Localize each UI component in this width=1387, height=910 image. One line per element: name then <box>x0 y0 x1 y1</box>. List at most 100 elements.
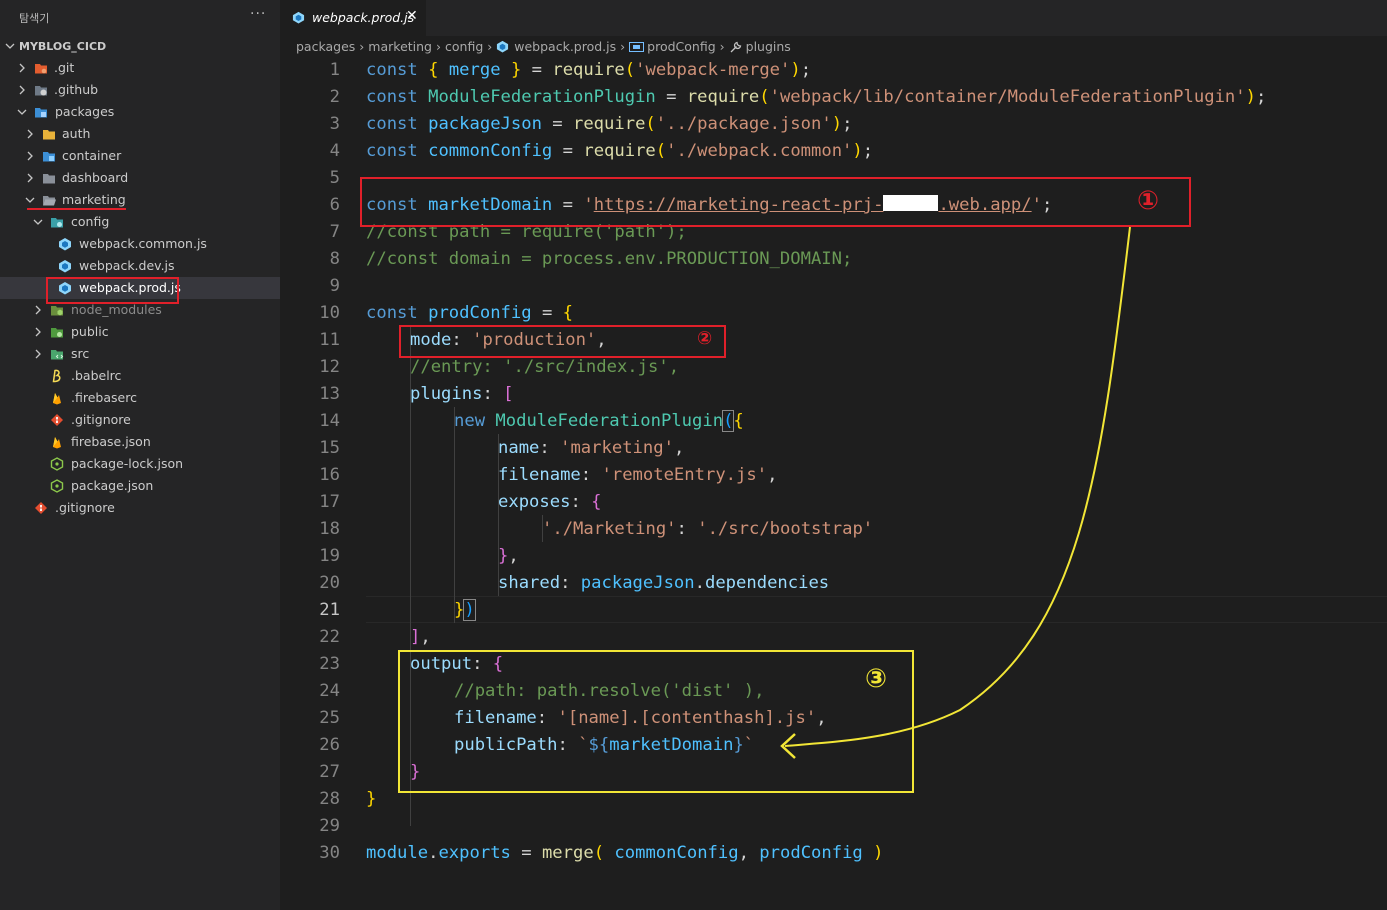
chevron-right-icon <box>19 85 25 95</box>
close-icon[interactable]: ✕ <box>406 8 418 24</box>
brace: } <box>498 546 509 566</box>
line-number: 1 <box>329 60 340 80</box>
chevron-right-icon: › <box>359 39 365 54</box>
paren: ( <box>655 141 667 161</box>
paren: ) <box>831 114 843 134</box>
line-number: 25 <box>319 708 340 728</box>
keyword: const <box>366 60 418 80</box>
tree-item-webpack-dev[interactable]: webpack.dev.js <box>0 255 280 277</box>
tree-item-git[interactable]: .git <box>0 57 280 79</box>
tree-item-dashboard[interactable]: dashboard <box>0 167 280 189</box>
line-number: 28 <box>319 789 340 809</box>
breadcrumb-item[interactable]: prodConfig <box>647 39 716 54</box>
line-number: 18 <box>319 519 340 539</box>
identifier: prodConfig <box>428 303 532 323</box>
identifier: ModuleFederationPlugin <box>428 87 656 107</box>
line-number: 5 <box>329 168 340 188</box>
tree-item-firebase-json[interactable]: firebase.json <box>0 431 280 453</box>
tree-item-gitignore[interactable]: .gitignore <box>0 409 280 431</box>
tree-label: config <box>71 214 110 229</box>
config-folder-icon <box>51 218 63 228</box>
nodejs-file-icon <box>50 479 64 493</box>
code-line-16: filename: 'remoteEntry.js', <box>498 465 778 485</box>
line-number: 10 <box>319 303 340 323</box>
chevron-right-icon <box>35 327 41 337</box>
keyword: const <box>366 114 418 134</box>
code-line-14: new ModuleFederationPlugin({ <box>454 410 744 432</box>
tree-item-webpack-common[interactable]: webpack.common.js <box>0 233 280 255</box>
line-number: 13 <box>319 384 340 404</box>
tree-item-config[interactable]: config <box>0 211 280 233</box>
node-modules-folder-icon <box>51 306 63 316</box>
explorer-title: 탐색기 <box>19 12 50 25</box>
class-name: ModuleFederationPlugin <box>495 411 724 431</box>
wrench-icon <box>730 41 741 52</box>
tree-item-public[interactable]: public <box>0 321 280 343</box>
tree-label: firebase.json <box>71 434 151 449</box>
brace: } <box>366 789 377 809</box>
tab-webpack-prod[interactable]: webpack.prod.js ✕ <box>280 0 426 36</box>
tab-label: webpack.prod.js <box>312 10 415 25</box>
property: filename <box>498 465 581 485</box>
line-number: 17 <box>319 492 340 512</box>
code-line-20: shared: packageJson.dependencies <box>498 573 830 593</box>
tree-label: MYBLOG_CICD <box>19 40 107 53</box>
indent-guide <box>454 407 455 623</box>
tree-label: .github <box>54 82 99 97</box>
paren: ( <box>759 87 770 107</box>
chevron-down-icon <box>17 109 27 115</box>
breadcrumb-item[interactable]: config <box>445 39 483 54</box>
string: '../package.json' <box>655 114 832 134</box>
property: dependencies <box>704 573 830 593</box>
line-number: 7 <box>329 222 340 242</box>
tree-root-myblog-cicd[interactable]: MYBLOG_CICD <box>0 35 280 57</box>
tree-item-package-json[interactable]: package.json <box>0 475 280 497</box>
code-line-22: ], <box>410 627 431 647</box>
tree-item-packages[interactable]: packages <box>0 101 280 123</box>
line-number: 29 <box>319 816 340 836</box>
paren: ( <box>645 114 656 134</box>
more-actions-icon[interactable]: ··· <box>250 6 266 22</box>
chevron-right-icon <box>19 63 25 73</box>
code-line-28: } <box>366 789 376 809</box>
explorer-sidebar: 탐색기 ··· MYBLOG_CICD .git .github package… <box>0 0 280 910</box>
breadcrumb-item[interactable]: packages <box>296 39 355 54</box>
code-line-8: //const domain = process.env.PRODUCTION_… <box>366 249 853 269</box>
breadcrumb-item[interactable]: plugins <box>746 39 791 54</box>
identifier: packageJson <box>580 573 695 593</box>
string: './src/bootstrap' <box>697 519 874 539</box>
chevron-right-icon: › <box>436 39 441 54</box>
string: 'remoteEntry.js' <box>601 465 768 485</box>
annotation-box-2 <box>399 325 726 358</box>
brace: { <box>428 60 439 80</box>
breadcrumb: packages › marketing › config › webpack.prod.j… <box>296 38 791 56</box>
breadcrumb-item[interactable]: webpack.prod.js <box>514 39 616 54</box>
explorer-header: 탐색기 ··· <box>0 0 280 34</box>
breadcrumb-item[interactable]: marketing <box>368 39 432 54</box>
tree-item-babelrc[interactable]: .babelrc <box>0 365 280 387</box>
function-name: require <box>552 60 625 80</box>
annotation-number-3: ③ <box>865 664 888 694</box>
tree-item-container[interactable]: container <box>0 145 280 167</box>
container-folder-icon <box>43 152 55 162</box>
line-number: 24 <box>319 681 340 701</box>
tree-item-firebaserc[interactable]: .firebaserc <box>0 387 280 409</box>
line-number: 4 <box>329 141 340 161</box>
line-number: 20 <box>319 573 340 593</box>
brace: { <box>562 303 573 323</box>
tree-item-auth[interactable]: auth <box>0 123 280 145</box>
firebase-file-icon <box>53 437 61 449</box>
line-number: 12 <box>319 357 340 377</box>
tree-label: .gitignore <box>71 412 131 427</box>
tree-item-src[interactable]: src <box>0 343 280 365</box>
line-number: 26 <box>319 735 340 755</box>
annotation-box-1 <box>360 177 1191 227</box>
webpack-file-icon <box>292 11 305 24</box>
tree-label: package.json <box>71 478 154 493</box>
selected-file-annotation-box <box>46 277 179 304</box>
tree-item-root-gitignore[interactable]: .gitignore <box>0 497 280 519</box>
line-number: 9 <box>329 276 340 296</box>
tree-item-github[interactable]: .github <box>0 79 280 101</box>
chevron-right-icon: › <box>719 39 725 54</box>
tree-item-package-lock[interactable]: package-lock.json <box>0 453 280 475</box>
